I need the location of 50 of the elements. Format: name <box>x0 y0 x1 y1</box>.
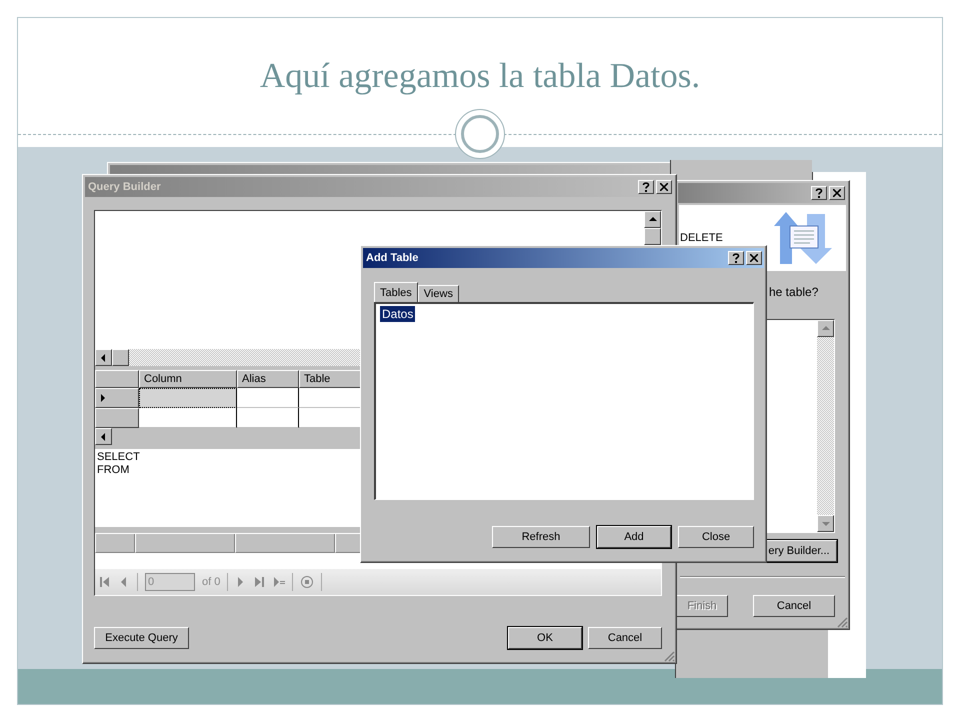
table-list[interactable]: Datos <box>374 302 754 500</box>
close-icon <box>660 183 668 191</box>
table-list[interactable] <box>765 319 835 533</box>
resize-grip-icon[interactable] <box>663 650 675 662</box>
refresh-button[interactable]: Refresh <box>492 526 590 548</box>
header-text: DELETE <box>680 232 723 244</box>
vertical-scrollbar[interactable] <box>817 320 834 532</box>
table-cell[interactable] <box>139 408 237 428</box>
stop-icon[interactable] <box>300 576 314 588</box>
sql-text: SELECT <box>97 451 141 464</box>
transfer-arrows-icon <box>774 212 834 264</box>
slide-title: Aquí agregamos la tabla Datos. <box>260 56 700 96</box>
table-cell[interactable] <box>237 388 299 408</box>
help-icon <box>815 188 823 198</box>
scrollbar-thumb[interactable] <box>112 349 129 366</box>
close-button[interactable] <box>746 251 762 265</box>
window-title: Query Builder <box>88 181 161 193</box>
tab[interactable]: Tables <box>374 282 418 302</box>
close-button[interactable] <box>829 186 845 200</box>
last-record-icon[interactable] <box>254 576 266 588</box>
table-cell[interactable] <box>237 408 299 428</box>
help-button[interactable] <box>728 251 744 265</box>
table-cell[interactable] <box>139 388 237 408</box>
close-button[interactable]: Close <box>678 526 754 548</box>
close-button[interactable] <box>656 180 672 194</box>
close-icon <box>750 254 758 262</box>
list-item[interactable]: Datos <box>380 306 416 322</box>
cancel-button[interactable]: Cancel <box>588 627 662 649</box>
close-icon <box>833 189 841 197</box>
column-header[interactable]: Alias <box>237 370 299 388</box>
add-button[interactable]: Add <box>597 526 671 548</box>
sql-text: FROM <box>97 464 130 477</box>
row-header[interactable] <box>95 388 139 408</box>
help-button[interactable] <box>638 180 654 194</box>
execute-query-button[interactable]: Execute Query <box>94 627 189 649</box>
scrollbar-thumb[interactable] <box>644 228 661 245</box>
record-count: of 0 <box>202 576 220 588</box>
help-button[interactable] <box>811 186 827 200</box>
window-title: Add Table <box>366 252 418 264</box>
row-header[interactable] <box>95 408 139 428</box>
question-text: he table? <box>768 284 820 301</box>
cancel-button[interactable]: Cancel <box>753 595 835 617</box>
new-record-icon[interactable] <box>273 576 286 588</box>
help-icon <box>642 182 650 192</box>
column-header[interactable]: Column <box>139 370 237 388</box>
tab[interactable]: Views <box>418 285 459 302</box>
help-icon <box>732 253 740 263</box>
resize-grip-icon[interactable] <box>836 616 848 628</box>
ok-button[interactable]: OK <box>508 627 582 649</box>
first-record-icon[interactable] <box>99 576 111 588</box>
